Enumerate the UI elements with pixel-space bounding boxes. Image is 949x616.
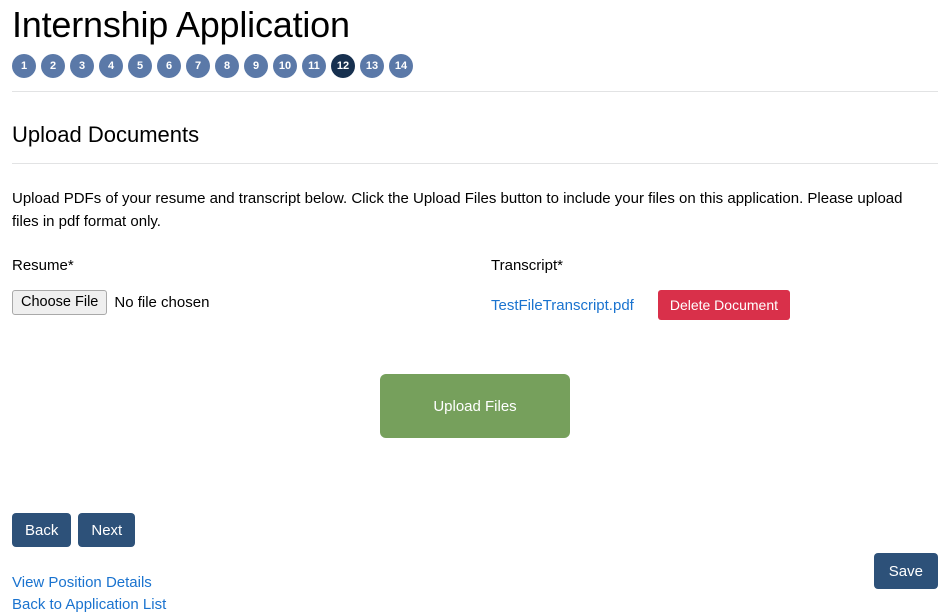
step-11[interactable]: 11 <box>302 54 326 78</box>
resume-column: Resume* Choose File No file chosen <box>12 257 491 320</box>
step-indicator: 1 2 3 4 5 6 7 8 9 10 11 12 13 14 <box>12 54 938 78</box>
step-13[interactable]: 13 <box>360 54 384 78</box>
step-14[interactable]: 14 <box>389 54 413 78</box>
step-6[interactable]: 6 <box>157 54 181 78</box>
save-button[interactable]: Save <box>873 553 938 589</box>
step-5[interactable]: 5 <box>128 54 152 78</box>
choose-file-button[interactable]: Choose File <box>12 289 108 315</box>
transcript-label: Transcript* <box>491 257 563 274</box>
step-2[interactable]: 2 <box>41 54 65 78</box>
transcript-file-row: TestFileTranscript.pdf Delete Document <box>491 290 938 320</box>
step-7[interactable]: 7 <box>186 54 210 78</box>
step-8[interactable]: 8 <box>215 54 239 78</box>
documents-row: Resume* Choose File No file chosen Trans… <box>12 233 938 320</box>
resume-file-status: No file chosen <box>114 293 210 311</box>
step-12[interactable]: 12 <box>331 54 355 78</box>
resume-file-input[interactable]: Choose File No file chosen <box>12 289 491 315</box>
step-3[interactable]: 3 <box>70 54 94 78</box>
resume-label: Resume* <box>12 257 74 274</box>
upload-files-button[interactable]: Upload Files <box>380 374 570 438</box>
step-9[interactable]: 9 <box>244 54 268 78</box>
upload-button-container: Upload Files <box>12 320 938 438</box>
transcript-file-link[interactable]: TestFileTranscript.pdf <box>491 297 634 314</box>
footer-links: View Position Details Back to Applicatio… <box>12 547 938 616</box>
back-to-application-list-link[interactable]: Back to Application List <box>12 594 166 616</box>
instructions-text: Upload PDFs of your resume and transcrip… <box>12 190 903 230</box>
delete-document-button[interactable]: Delete Document <box>657 290 790 320</box>
back-button[interactable]: Back <box>12 513 72 547</box>
step-1[interactable]: 1 <box>12 54 36 78</box>
step-4[interactable]: 4 <box>99 54 123 78</box>
transcript-column: Transcript* TestFileTranscript.pdf Delet… <box>491 257 938 320</box>
next-button[interactable]: Next <box>78 513 136 547</box>
step-10[interactable]: 10 <box>273 54 297 78</box>
section-heading: Upload Documents <box>12 122 200 147</box>
page-title: Internship Application <box>12 4 350 45</box>
application-page: Internship Application 1 2 3 4 5 6 7 8 9 10 11 12 13… <box>0 0 949 613</box>
view-position-details-link[interactable]: View Position Details <box>12 572 152 594</box>
navigation-buttons: Back Next <box>12 438 938 547</box>
